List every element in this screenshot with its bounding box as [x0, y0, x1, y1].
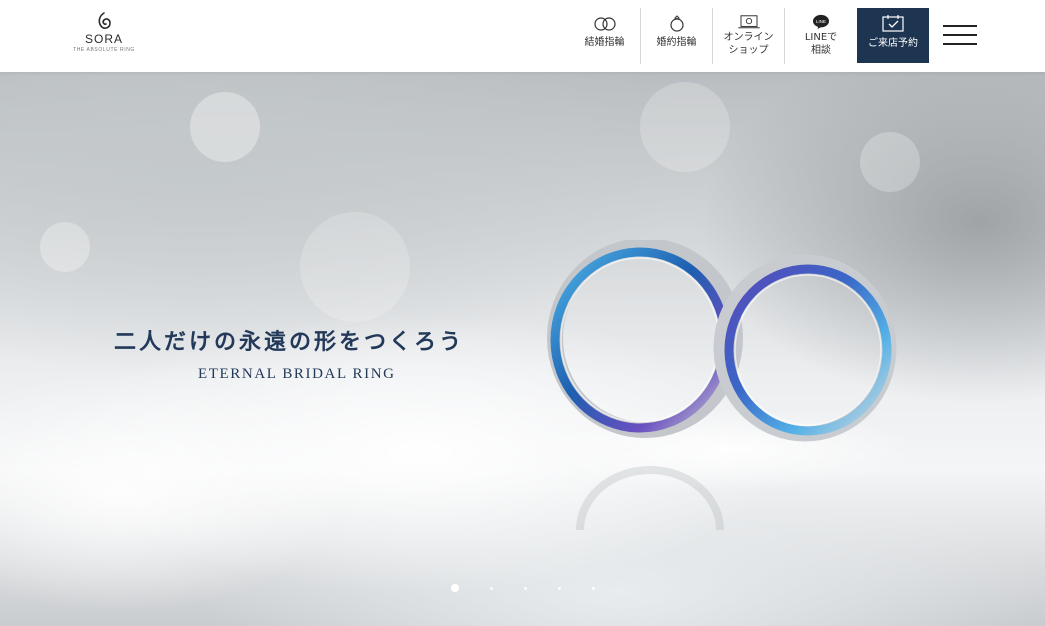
- engagement-ring-icon: [669, 15, 684, 32]
- menu-bar: [943, 34, 977, 36]
- bokeh-light: [40, 222, 90, 272]
- brand-logo[interactable]: SORA THE ABSOLUTE RING: [72, 10, 136, 64]
- nav-label: 結婚指輪: [584, 37, 625, 48]
- slider-dot[interactable]: [490, 586, 493, 590]
- wedding-rings-icon: [593, 17, 616, 31]
- menu-bar: [943, 25, 977, 27]
- nav-item-line-consult[interactable]: LINE LINEで 相談: [785, 8, 857, 64]
- bokeh-light: [640, 82, 730, 172]
- slider-dot[interactable]: [524, 586, 527, 590]
- nav-item-online-shop[interactable]: オンライン ショップ: [713, 8, 785, 64]
- calendar-check-icon: [882, 15, 904, 32]
- nav-item-wedding-rings[interactable]: 結婚指輪: [569, 8, 641, 64]
- bokeh-light: [190, 92, 260, 162]
- hero-slider: 二人だけの永遠の形をつくろう ETERNAL BRIDAL RING: [0, 72, 1045, 626]
- slider-dot[interactable]: [451, 584, 459, 592]
- slider-dot[interactable]: [558, 586, 561, 590]
- hero-copy: 二人だけの永遠の形をつくろう ETERNAL BRIDAL RING: [114, 324, 494, 383]
- slider-pagination: [451, 584, 626, 592]
- svg-text:LINE: LINE: [816, 19, 826, 24]
- bokeh-light: [860, 132, 920, 192]
- nav-label: 婚約指輪: [656, 37, 697, 48]
- hero-subline: ETERNAL BRIDAL RING: [198, 366, 396, 382]
- slider-dot[interactable]: [592, 586, 595, 590]
- reserve-label: ご来店予約: [868, 38, 918, 49]
- brand-tagline: THE ABSOLUTE RING: [73, 47, 135, 53]
- hero-headline: 二人だけの永遠の形をつくろう: [114, 329, 465, 355]
- menu-bar: [943, 43, 977, 45]
- infinity-rings-image: [540, 240, 920, 530]
- global-nav: 結婚指輪 婚約指輪 オンライン ショップ LINE LINEで 相談: [569, 8, 857, 64]
- line-chat-icon: LINE: [813, 14, 829, 30]
- hamburger-menu-button[interactable]: [943, 25, 977, 45]
- nav-label: オンライン ショップ: [723, 32, 774, 56]
- sora-logo-icon: [98, 12, 111, 29]
- site-header: SORA THE ABSOLUTE RING 結婚指輪 婚約指輪 オンライン シ…: [0, 0, 1045, 72]
- bokeh-light: [300, 212, 410, 322]
- nav-label: LINEで 相談: [804, 32, 838, 56]
- nav-item-engagement-rings[interactable]: 婚約指輪: [641, 8, 713, 64]
- laptop-shop-icon: [737, 15, 760, 29]
- brand-name: SORA: [84, 32, 123, 46]
- reserve-button[interactable]: ご来店予約: [857, 8, 929, 63]
